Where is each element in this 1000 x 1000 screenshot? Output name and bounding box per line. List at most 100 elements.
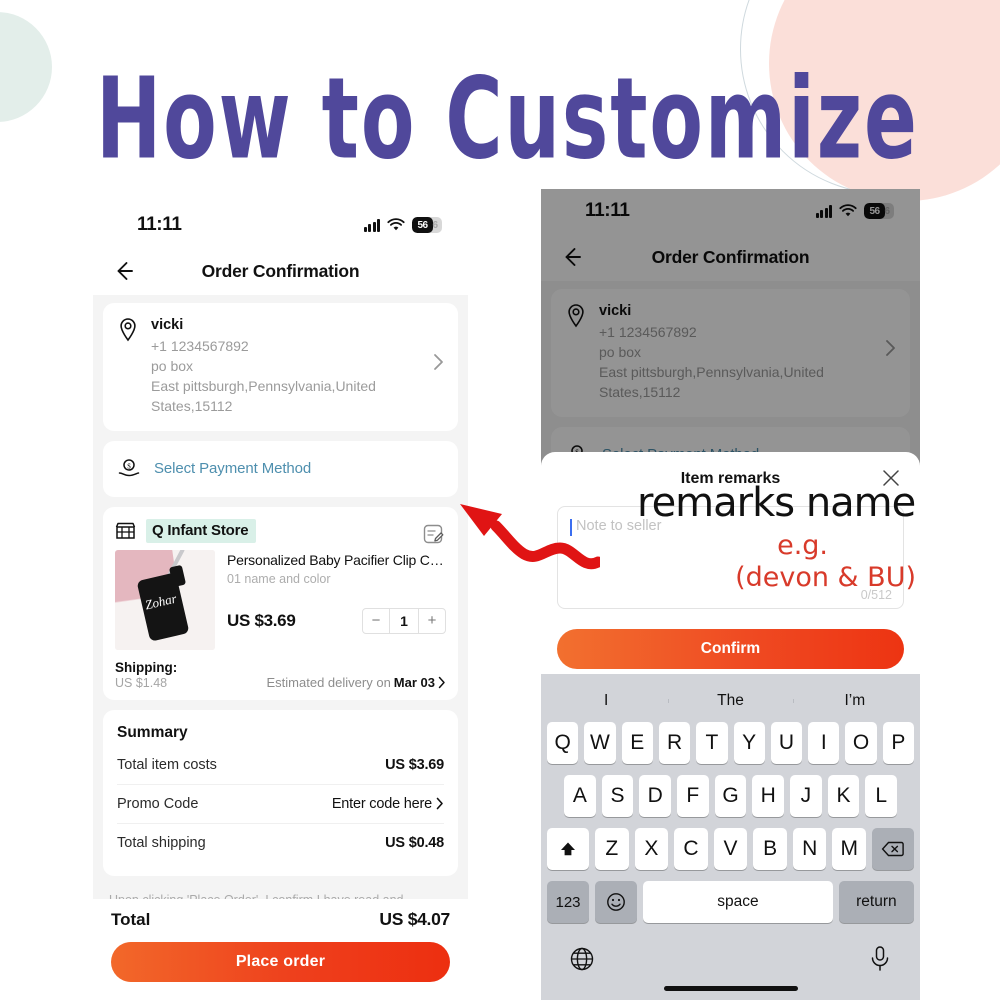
shipping-estimate-prefix: Estimated delivery on [266, 674, 391, 690]
chevron-right-icon [434, 354, 443, 370]
summary-row-promo-code[interactable]: Promo Code Enter code here [117, 783, 444, 823]
total-label: Total [111, 909, 151, 929]
key-h[interactable]: H [752, 775, 785, 817]
summary-value: US $0.48 [385, 834, 444, 851]
key-t[interactable]: T [696, 722, 728, 764]
key-q[interactable]: Q [547, 722, 579, 764]
text-caret [570, 519, 572, 536]
microphone-icon[interactable] [867, 944, 893, 974]
key-e[interactable]: E [621, 722, 653, 764]
numbers-key[interactable]: 123 [547, 881, 589, 923]
summary-label: Total item costs [117, 756, 217, 773]
key-f[interactable]: F [677, 775, 709, 817]
key-j[interactable]: J [790, 775, 822, 817]
store-name[interactable]: Q Infant Store [146, 518, 257, 543]
suggestion-1[interactable]: I [544, 692, 668, 710]
key-o[interactable]: O [845, 722, 877, 764]
place-order-button[interactable]: Place order [111, 942, 450, 982]
on-screen-keyboard: I The I’m Q W E R T Y U I O P A S D F G … [541, 674, 920, 1000]
key-n[interactable]: N [792, 828, 827, 870]
emoji-key[interactable] [595, 881, 637, 923]
key-v[interactable]: V [713, 828, 748, 870]
key-i[interactable]: I [808, 722, 840, 764]
key-y[interactable]: Y [733, 722, 765, 764]
battery-level: 56 [864, 203, 885, 219]
nav-title: Order Confirmation [201, 260, 360, 281]
key-m[interactable]: M [832, 828, 867, 870]
address-phone: +1 1234567892 [151, 338, 249, 354]
total-value: US $4.07 [379, 909, 450, 929]
key-b[interactable]: B [753, 828, 787, 870]
home-indicator [663, 986, 798, 991]
backspace-key[interactable] [872, 828, 915, 870]
address-line2: East pittsburgh,Pennsylvania,United [599, 363, 824, 380]
address-name: vicki [599, 303, 632, 319]
summary-card: Summary Total item costs US $3.69 Promo … [103, 709, 458, 876]
quantity-value: 1 [389, 608, 419, 633]
product-thumbnail[interactable]: Zohar [115, 549, 215, 650]
address-line1: po box [599, 343, 642, 360]
payment-method-label: Select Payment Method [154, 460, 312, 477]
key-x[interactable]: X [634, 828, 669, 870]
quantity-stepper[interactable]: − 1 + [362, 607, 446, 634]
quantity-minus-button[interactable]: − [363, 609, 389, 633]
summary-value[interactable]: Enter code here [332, 796, 444, 812]
shipping-estimate-date: Mar 03 [393, 674, 435, 690]
status-time: 11:11 [137, 214, 182, 235]
key-p[interactable]: P [882, 722, 914, 764]
product-variant: 01 name and color [227, 571, 331, 586]
payment-method-card[interactable]: $ Select Payment Method [103, 440, 458, 497]
address-card[interactable]: vicki +1 1234567892 po box East pittsbur… [103, 303, 458, 431]
confirm-button[interactable]: Confirm [557, 629, 904, 669]
key-w[interactable]: W [584, 722, 616, 764]
status-time: 11:11 [585, 200, 630, 221]
key-k[interactable]: K [827, 775, 860, 817]
item-remarks-sheet: Item remarks Note to seller 0/512 Confir… [541, 452, 920, 685]
globe-icon[interactable] [568, 945, 596, 973]
summary-row-total-shipping: Total shipping US $0.48 [117, 822, 444, 862]
product-title: Personalized Baby Pacifier Clip Custo… [227, 551, 446, 568]
status-bar: 11:11 56 6 [541, 189, 920, 233]
product-price: US $3.69 [227, 610, 296, 630]
chevron-right-icon [438, 676, 445, 688]
promo-code-value: Enter code here [331, 795, 432, 812]
signal-bars-icon [815, 204, 832, 218]
key-u[interactable]: U [770, 722, 803, 764]
keyboard-row-2: A S D F G H J K L [544, 775, 917, 817]
phone-right-item-remarks: 11:11 56 6 Order Confirmation vicki +1 1… [541, 189, 920, 1000]
storefront-icon [115, 522, 136, 539]
battery-icon: 56 6 [864, 203, 894, 219]
key-d[interactable]: D [639, 775, 671, 817]
shipping-label: Shipping: [115, 659, 178, 675]
svg-text:$: $ [127, 462, 131, 470]
note-edit-icon[interactable] [422, 523, 444, 545]
key-z[interactable]: Z [594, 828, 629, 870]
key-g[interactable]: G [714, 775, 747, 817]
key-c[interactable]: C [674, 828, 708, 870]
key-l[interactable]: L [865, 775, 898, 817]
annotation-example: (devon & BU) [735, 562, 916, 593]
key-s[interactable]: S [601, 775, 634, 817]
nav-bar: Order Confirmation [93, 247, 468, 295]
address-card[interactable]: vicki +1 1234567892 po box East pittsbur… [551, 289, 910, 417]
shift-key[interactable] [546, 828, 589, 870]
location-pin-icon [120, 318, 136, 342]
address-line3: States,15112 [151, 397, 233, 414]
summary-label: Promo Code [117, 795, 199, 812]
address-line3: States,15112 [599, 383, 681, 400]
space-key[interactable]: space [643, 881, 833, 923]
signal-bars-icon [363, 218, 380, 232]
suggestion-2[interactable]: The [668, 692, 792, 710]
return-key[interactable]: return [838, 881, 914, 923]
suggestion-3[interactable]: I’m [792, 692, 917, 710]
status-icons: 56 6 [815, 203, 894, 219]
key-a[interactable]: A [563, 775, 596, 817]
shift-up-icon [560, 842, 575, 856]
annotation-remarks-name: remarks name [637, 480, 916, 526]
key-r[interactable]: R [658, 722, 691, 764]
shipping-row[interactable]: Shipping: US $1.48 Estimated delivery on… [115, 660, 446, 690]
decor-circle-mint [0, 12, 52, 122]
quantity-plus-button[interactable]: + [419, 609, 445, 633]
keyboard-suggestion-bar: I The I’m [544, 680, 917, 722]
chevron-right-icon [886, 340, 895, 356]
